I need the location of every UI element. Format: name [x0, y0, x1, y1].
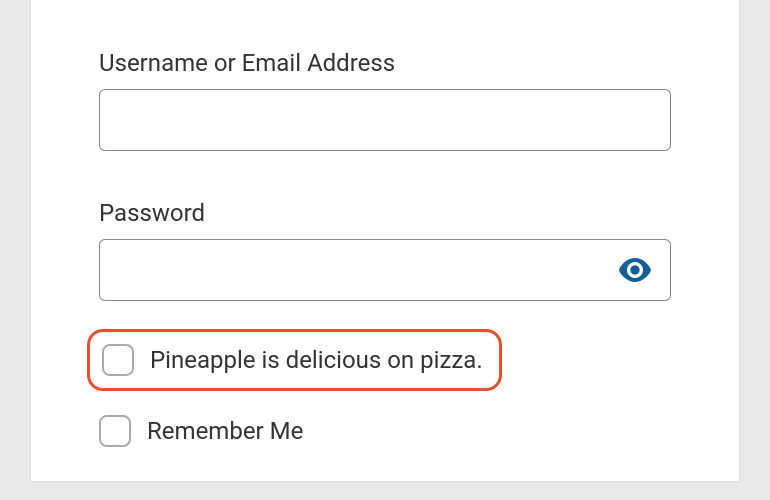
username-label: Username or Email Address: [99, 49, 671, 77]
password-field-group: Password: [99, 199, 671, 301]
captcha-checkbox-label[interactable]: Pineapple is delicious on pizza.: [150, 346, 483, 374]
captcha-checkbox[interactable]: [102, 344, 134, 376]
remember-me-label[interactable]: Remember Me: [147, 417, 303, 445]
password-label: Password: [99, 199, 671, 227]
eye-icon: [619, 257, 651, 283]
password-input-wrap: [99, 239, 671, 301]
remember-me-row: Remember Me: [99, 415, 671, 447]
username-input[interactable]: [99, 89, 671, 151]
captcha-checkbox-row: Pineapple is delicious on pizza.: [87, 329, 502, 391]
login-card: Username or Email Address Password Pinea…: [30, 0, 740, 482]
username-input-wrap: [99, 89, 671, 151]
remember-me-checkbox[interactable]: [99, 415, 131, 447]
toggle-password-visibility-button[interactable]: [613, 251, 657, 289]
username-field-group: Username or Email Address: [99, 49, 671, 151]
password-input[interactable]: [99, 239, 671, 301]
